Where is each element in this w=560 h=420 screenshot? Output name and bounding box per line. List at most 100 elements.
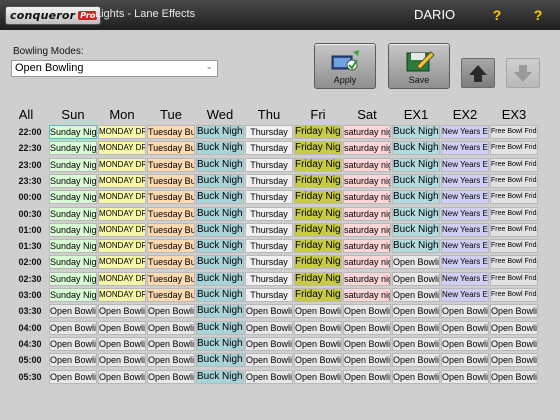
schedule-cell-thu[interactable]: Thursday	[245, 190, 293, 204]
schedule-cell-sat[interactable]: saturday night	[343, 125, 391, 139]
schedule-cell-tue[interactable]: Tuesday Buck	[147, 288, 195, 302]
schedule-cell-fri[interactable]: Friday Night	[294, 272, 342, 286]
schedule-cell-ex2[interactable]: New Years Eve	[441, 223, 489, 237]
schedule-cell-ex2[interactable]: New Years Eve	[441, 288, 489, 302]
schedule-cell-sun[interactable]: Open Bowling	[49, 370, 97, 384]
column-header-ex2[interactable]: EX2	[441, 105, 489, 125]
schedule-cell-fri[interactable]: Open Bowling	[294, 370, 342, 384]
schedule-cell-mon[interactable]: Open Bowling	[98, 370, 146, 384]
schedule-cell-wed[interactable]: Buck Night	[196, 223, 244, 237]
schedule-cell-mon[interactable]: Open Bowling	[98, 304, 146, 318]
schedule-cell-fri[interactable]: Open Bowling	[294, 304, 342, 318]
schedule-cell-tue[interactable]: Tuesday Buck	[147, 190, 195, 204]
schedule-cell-ex2[interactable]: New Years Eve	[441, 255, 489, 269]
schedule-cell-thu[interactable]: Thursday	[245, 255, 293, 269]
schedule-cell-sat[interactable]: saturday night	[343, 239, 391, 253]
time-slot-label[interactable]: 22:30	[12, 141, 48, 155]
schedule-cell-ex3[interactable]: Free Bowl Friday	[490, 255, 538, 269]
schedule-cell-fri[interactable]: Friday Night	[294, 158, 342, 172]
move-up-button[interactable]	[461, 58, 495, 88]
schedule-cell-mon[interactable]: MONDAY DROP	[98, 223, 146, 237]
bowling-modes-select[interactable]: Open Bowling ⌄	[11, 60, 218, 77]
column-header-sat[interactable]: Sat	[343, 105, 391, 125]
schedule-cell-sun[interactable]: Sunday Night	[49, 125, 97, 139]
column-header-ex3[interactable]: EX3	[490, 105, 538, 125]
schedule-cell-sun[interactable]: Sunday Night	[49, 239, 97, 253]
schedule-cell-sun[interactable]: Sunday Night	[49, 158, 97, 172]
schedule-cell-sun[interactable]: Sunday Night	[49, 190, 97, 204]
schedule-cell-sat[interactable]: saturday night	[343, 255, 391, 269]
time-slot-label[interactable]: 01:30	[12, 239, 48, 253]
schedule-cell-thu[interactable]: Open Bowling	[245, 321, 293, 335]
schedule-cell-ex3[interactable]: Free Bowl Friday	[490, 190, 538, 204]
schedule-cell-ex1[interactable]: Buck Night	[392, 239, 440, 253]
schedule-cell-ex1[interactable]: Buck Night	[392, 190, 440, 204]
schedule-cell-thu[interactable]: Thursday	[245, 272, 293, 286]
time-slot-label[interactable]: 03:00	[12, 288, 48, 302]
schedule-cell-mon[interactable]: Open Bowling	[98, 321, 146, 335]
schedule-cell-fri[interactable]: Friday Night	[294, 174, 342, 188]
schedule-cell-mon[interactable]: MONDAY DROP	[98, 207, 146, 221]
schedule-cell-thu[interactable]: Thursday	[245, 239, 293, 253]
time-slot-label[interactable]: 05:30	[12, 370, 48, 384]
schedule-cell-ex3[interactable]: Free Bowl Friday	[490, 125, 538, 139]
schedule-cell-thu[interactable]: Thursday	[245, 207, 293, 221]
schedule-cell-fri[interactable]: Friday Night	[294, 190, 342, 204]
time-slot-label[interactable]: 02:00	[12, 255, 48, 269]
schedule-cell-wed[interactable]: Buck Night	[196, 207, 244, 221]
schedule-cell-tue[interactable]: Tuesday Buck	[147, 207, 195, 221]
schedule-cell-ex1[interactable]: Open Bowling	[392, 337, 440, 351]
schedule-cell-wed[interactable]: Buck Night	[196, 239, 244, 253]
column-header-wed[interactable]: Wed	[196, 105, 244, 125]
schedule-cell-tue[interactable]: Tuesday Buck	[147, 158, 195, 172]
time-slot-label[interactable]: 01:00	[12, 223, 48, 237]
schedule-cell-ex1[interactable]: Buck Night	[392, 207, 440, 221]
schedule-cell-wed[interactable]: Buck Night	[196, 255, 244, 269]
schedule-cell-fri[interactable]: Open Bowling	[294, 337, 342, 351]
schedule-cell-thu[interactable]: Thursday	[245, 125, 293, 139]
schedule-cell-sun[interactable]: Open Bowling	[49, 353, 97, 367]
schedule-cell-ex3[interactable]: Free Bowl Friday	[490, 239, 538, 253]
schedule-cell-sun[interactable]: Open Bowling	[49, 337, 97, 351]
column-header-thu[interactable]: Thu	[245, 105, 293, 125]
schedule-cell-wed[interactable]: Buck Night	[196, 158, 244, 172]
schedule-cell-tue[interactable]: Open Bowling	[147, 337, 195, 351]
schedule-cell-sat[interactable]: Open Bowling	[343, 337, 391, 351]
schedule-cell-ex3[interactable]: Free Bowl Friday	[490, 158, 538, 172]
column-header-fri[interactable]: Fri	[294, 105, 342, 125]
schedule-cell-mon[interactable]: MONDAY DROP	[98, 239, 146, 253]
schedule-cell-tue[interactable]: Open Bowling	[147, 321, 195, 335]
schedule-cell-ex1[interactable]: Open Bowling	[392, 321, 440, 335]
schedule-cell-ex2[interactable]: New Years Eve	[441, 158, 489, 172]
time-slot-label[interactable]: 04:00	[12, 321, 48, 335]
schedule-cell-sat[interactable]: Open Bowling	[343, 370, 391, 384]
schedule-cell-tue[interactable]: Open Bowling	[147, 353, 195, 367]
schedule-cell-sat[interactable]: saturday night	[343, 190, 391, 204]
context-help-button[interactable]: ?	[486, 5, 508, 25]
schedule-cell-wed[interactable]: Buck Night	[196, 190, 244, 204]
column-header-tue[interactable]: Tue	[147, 105, 195, 125]
schedule-cell-mon[interactable]: MONDAY DROP	[98, 125, 146, 139]
schedule-cell-fri[interactable]: Open Bowling	[294, 321, 342, 335]
schedule-cell-fri[interactable]: Friday Night	[294, 207, 342, 221]
schedule-cell-mon[interactable]: MONDAY DROP	[98, 288, 146, 302]
schedule-cell-ex1[interactable]: Buck Night	[392, 223, 440, 237]
schedule-cell-tue[interactable]: Open Bowling	[147, 304, 195, 318]
schedule-cell-thu[interactable]: Thursday	[245, 288, 293, 302]
schedule-cell-ex1[interactable]: Open Bowling	[392, 370, 440, 384]
schedule-cell-sat[interactable]: saturday night	[343, 141, 391, 155]
apply-button[interactable]: Apply	[314, 43, 376, 89]
schedule-cell-sun[interactable]: Sunday Night	[49, 288, 97, 302]
schedule-cell-ex1[interactable]: Open Bowling	[392, 272, 440, 286]
schedule-cell-mon[interactable]: Open Bowling	[98, 337, 146, 351]
schedule-cell-wed[interactable]: Buck Night	[196, 353, 244, 367]
schedule-cell-mon[interactable]: Open Bowling	[98, 353, 146, 367]
time-slot-label[interactable]: 05:00	[12, 353, 48, 367]
schedule-cell-tue[interactable]: Tuesday Buck	[147, 125, 195, 139]
schedule-cell-tue[interactable]: Tuesday Buck	[147, 239, 195, 253]
column-header-all[interactable]: All	[4, 105, 48, 125]
schedule-cell-ex3[interactable]: Free Bowl Friday	[490, 207, 538, 221]
schedule-cell-mon[interactable]: MONDAY DROP	[98, 158, 146, 172]
schedule-cell-thu[interactable]: Thursday	[245, 158, 293, 172]
schedule-cell-sun[interactable]: Open Bowling	[49, 304, 97, 318]
